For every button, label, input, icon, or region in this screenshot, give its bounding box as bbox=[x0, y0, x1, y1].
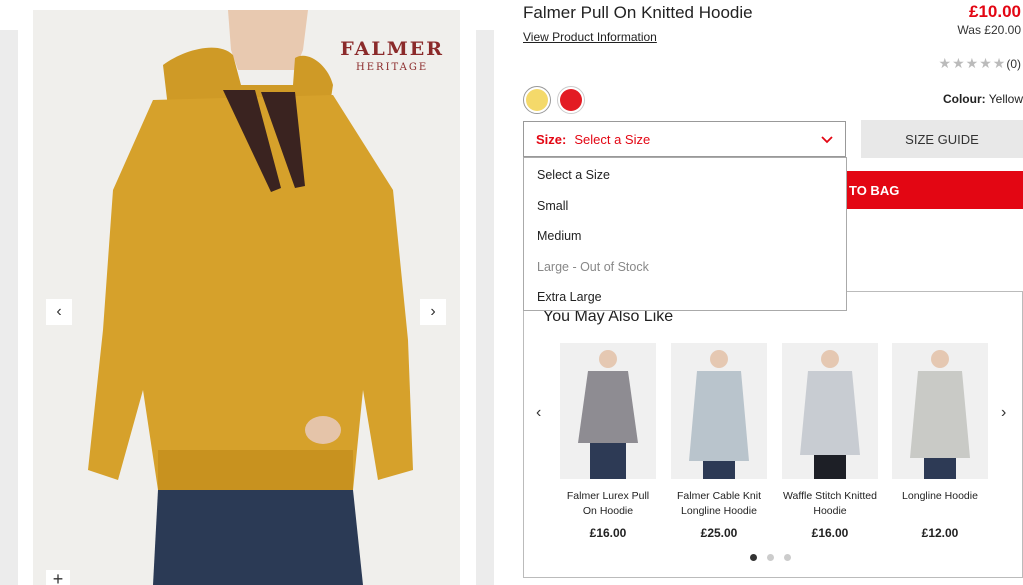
swatch-red-fill bbox=[560, 89, 582, 111]
swatch-red[interactable] bbox=[557, 86, 585, 114]
product-price: £25.00 bbox=[700, 526, 738, 540]
rating-count: (0) bbox=[1006, 56, 1021, 71]
product-main-image: FALMER HERITAGE bbox=[33, 10, 460, 585]
carousel-prev-icon[interactable]: ‹ bbox=[536, 404, 541, 422]
colour-value: Yellow bbox=[988, 92, 1023, 106]
product-thumbnail bbox=[892, 343, 988, 479]
previous-image-thumb[interactable] bbox=[0, 30, 18, 585]
size-value: Select a Size bbox=[574, 131, 651, 147]
product-name: Falmer Cable Knit Longline Hoodie bbox=[676, 490, 762, 517]
ymal-product[interactable]: Falmer Lurex Pull On Hoodie £16.00 bbox=[559, 343, 657, 540]
star-icon: ★ bbox=[979, 55, 992, 71]
star-icon: ★ bbox=[965, 55, 979, 71]
brand-logo-line2: HERITAGE bbox=[356, 62, 429, 73]
ymal-product[interactable]: Falmer Cable Knit Longline Hoodie £25.00 bbox=[670, 343, 768, 540]
product-price: £10.00 bbox=[969, 2, 1021, 21]
colour-label: Colour: Yellow bbox=[943, 92, 1023, 106]
you-may-also-like: You May Also Like ‹ › Falmer Lurex Pull … bbox=[523, 291, 1023, 578]
carousel-dot[interactable] bbox=[767, 554, 774, 561]
product-name: Waffle Stitch Knitted Hoodie bbox=[783, 490, 877, 517]
size-select[interactable]: Size: Select a Size bbox=[523, 121, 846, 157]
product-thumbnail bbox=[671, 343, 767, 479]
product-name: Longline Hoodie bbox=[902, 490, 978, 502]
gallery-next-icon[interactable]: › bbox=[420, 299, 446, 325]
zoom-icon[interactable]: + bbox=[46, 570, 70, 585]
product-price: £12.00 bbox=[921, 526, 959, 540]
size-dropdown: Select a Size Small Medium Large - Out o… bbox=[523, 157, 847, 311]
hoodie-photo bbox=[33, 10, 460, 585]
star-icon: ★ bbox=[952, 55, 965, 71]
view-product-information-link[interactable]: View Product Information bbox=[523, 30, 657, 44]
rating[interactable]: ★ ★ ★ ★ ★ (0) bbox=[939, 55, 1021, 72]
brand-logo-line1: FALMER bbox=[340, 38, 444, 60]
carousel-dot[interactable] bbox=[750, 554, 757, 561]
brand-logo: FALMER HERITAGE bbox=[340, 38, 444, 73]
gallery-prev-icon[interactable]: ‹ bbox=[46, 299, 72, 325]
size-option[interactable]: Small bbox=[524, 191, 846, 222]
size-option[interactable]: Extra Large bbox=[524, 282, 846, 313]
next-image-thumb[interactable] bbox=[476, 30, 494, 585]
swatch-yellow-fill bbox=[526, 89, 548, 111]
carousel-next-icon[interactable]: › bbox=[1001, 404, 1006, 422]
size-option[interactable]: Select a Size bbox=[524, 160, 846, 191]
product-price: £16.00 bbox=[811, 526, 849, 540]
size-option[interactable]: Medium bbox=[524, 221, 846, 252]
carousel-dot[interactable] bbox=[784, 554, 791, 561]
ymal-product[interactable]: Longline Hoodie £12.00 bbox=[891, 343, 989, 540]
colour-key: Colour: bbox=[942, 92, 986, 106]
carousel-dots bbox=[750, 554, 791, 561]
chevron-down-icon bbox=[821, 132, 833, 147]
colour-swatches bbox=[523, 86, 585, 114]
swatch-yellow[interactable] bbox=[523, 86, 551, 114]
size-option-out-of-stock: Large - Out of Stock bbox=[537, 259, 649, 274]
ymal-product[interactable]: Waffle Stitch Knitted Hoodie £16.00 bbox=[781, 343, 879, 540]
product-name: Falmer Lurex Pull On Hoodie bbox=[566, 490, 650, 517]
product-thumbnail bbox=[560, 343, 656, 479]
product-title: Falmer Pull On Knitted Hoodie bbox=[523, 3, 753, 22]
star-icon: ★ bbox=[938, 55, 952, 71]
product-thumbnail bbox=[782, 343, 878, 479]
size-label: Size: bbox=[536, 131, 567, 147]
star-icon: ★ bbox=[992, 55, 1006, 71]
size-guide-button[interactable]: SIZE GUIDE bbox=[861, 120, 1023, 158]
product-price: £16.00 bbox=[589, 526, 627, 540]
was-price: Was £20.00 bbox=[957, 23, 1021, 37]
